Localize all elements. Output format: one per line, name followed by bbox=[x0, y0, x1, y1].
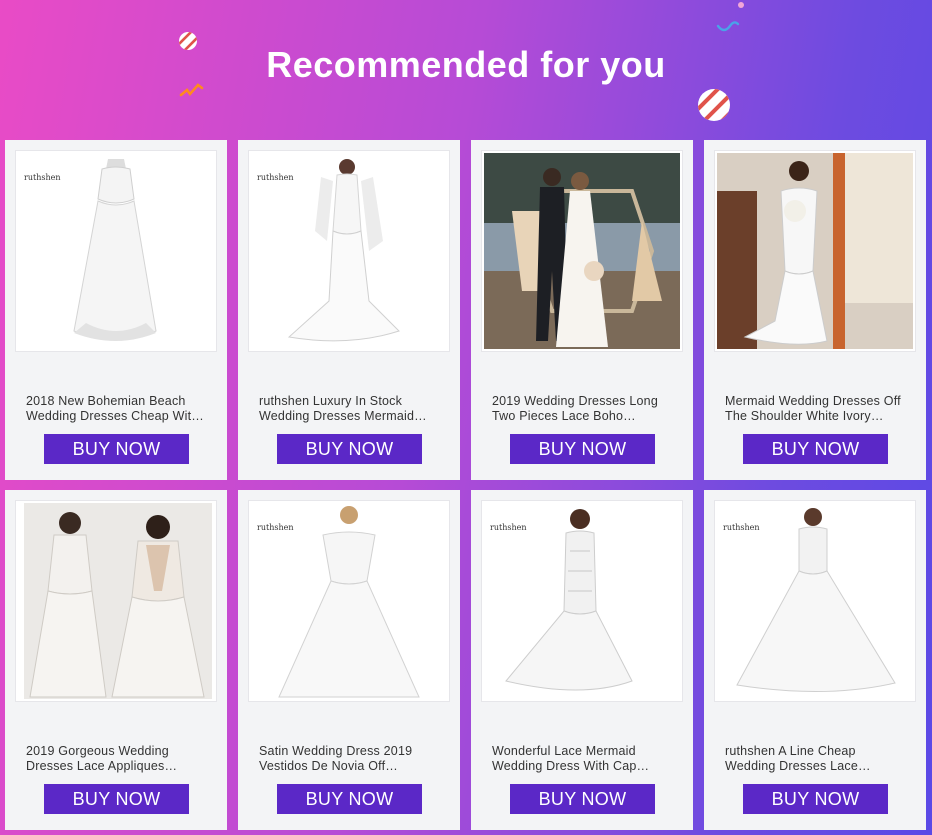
product-card[interactable]: ruthshen 2018 New Bohemian Beach Wedding… bbox=[5, 140, 227, 480]
brand-watermark: ruthshen bbox=[723, 523, 760, 532]
buy-now-button[interactable]: BUY NOW bbox=[743, 434, 888, 464]
buy-now-button[interactable]: BUY NOW bbox=[277, 784, 422, 814]
striped-ball-decoration-large bbox=[698, 89, 730, 121]
product-name[interactable]: 2019 Gorgeous Wedding Dresses Lace Appli… bbox=[26, 744, 212, 774]
product-image[interactable]: ruthshen bbox=[16, 151, 216, 351]
product-image[interactable]: ruthshen bbox=[249, 151, 449, 351]
product-card[interactable]: ruthshen ruthshen A Line Cheap Wedding D… bbox=[704, 490, 926, 830]
buy-now-button[interactable]: BUY NOW bbox=[44, 784, 189, 814]
product-card[interactable]: ruthshen ruthshen Luxury In Stock Weddin… bbox=[238, 140, 460, 480]
product-card[interactable]: ruthshen Satin Wedding Dress 2019 Vestid… bbox=[238, 490, 460, 830]
product-name[interactable]: ruthshen Luxury In Stock Wedding Dresses… bbox=[259, 394, 445, 424]
brand-watermark: ruthshen bbox=[490, 523, 527, 532]
product-image[interactable] bbox=[16, 501, 216, 701]
product-name[interactable]: 2019 Wedding Dresses Long Two Pieces Lac… bbox=[492, 394, 678, 424]
buy-now-button[interactable]: BUY NOW bbox=[510, 784, 655, 814]
product-name[interactable]: Satin Wedding Dress 2019 Vestidos De Nov… bbox=[259, 744, 445, 774]
brand-watermark: ruthshen bbox=[257, 523, 294, 532]
product-image[interactable]: ruthshen bbox=[249, 501, 449, 701]
curl-streamer-decoration bbox=[716, 2, 744, 32]
buy-now-button[interactable]: BUY NOW bbox=[510, 434, 655, 464]
product-name[interactable]: Wonderful Lace Mermaid Wedding Dress Wit… bbox=[492, 744, 678, 774]
brand-watermark: ruthshen bbox=[24, 173, 61, 182]
product-image[interactable] bbox=[715, 151, 915, 351]
brand-watermark: ruthshen bbox=[257, 173, 294, 182]
product-card[interactable]: ruthshen Wonderful Lace Mermaid Wedding … bbox=[471, 490, 693, 830]
product-name[interactable]: 2018 New Bohemian Beach Wedding Dresses … bbox=[26, 394, 212, 424]
product-card[interactable]: 2019 Wedding Dresses Long Two Pieces Lac… bbox=[471, 140, 693, 480]
product-card[interactable]: Mermaid Wedding Dresses Off The Shoulder… bbox=[704, 140, 926, 480]
product-image[interactable]: ruthshen bbox=[482, 501, 682, 701]
product-image[interactable]: ruthshen bbox=[715, 501, 915, 701]
product-image[interactable] bbox=[482, 151, 682, 351]
page-title: Recommended for you bbox=[266, 44, 666, 85]
product-name[interactable]: ruthshen A Line Cheap Wedding Dresses La… bbox=[725, 744, 911, 774]
buy-now-button[interactable]: BUY NOW bbox=[44, 434, 189, 464]
product-card[interactable]: 2019 Gorgeous Wedding Dresses Lace Appli… bbox=[5, 490, 227, 830]
buy-now-button[interactable]: BUY NOW bbox=[743, 784, 888, 814]
product-name[interactable]: Mermaid Wedding Dresses Off The Shoulder… bbox=[725, 394, 911, 424]
buy-now-button[interactable]: BUY NOW bbox=[277, 434, 422, 464]
